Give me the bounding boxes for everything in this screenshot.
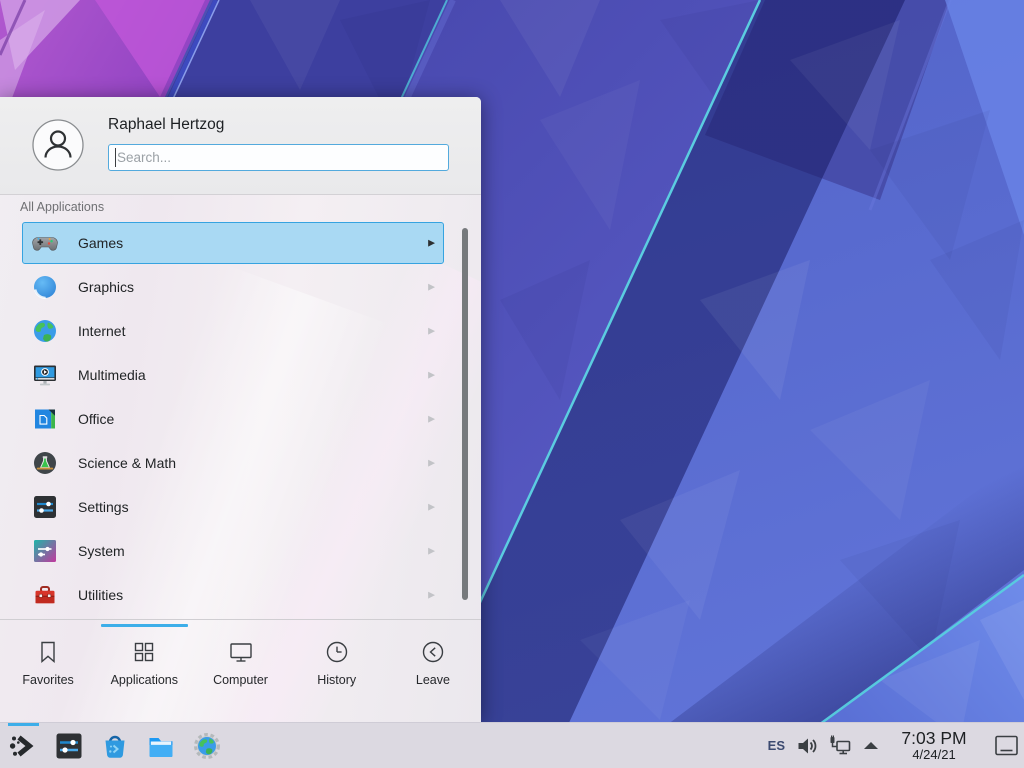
- tab-active-indicator: [390, 624, 477, 627]
- user-avatar[interactable]: [32, 119, 84, 171]
- app-grid-icon: [130, 638, 158, 666]
- text-caret: [115, 148, 116, 167]
- category-item-office[interactable]: Office: [22, 398, 444, 440]
- volume-icon[interactable]: [795, 733, 821, 759]
- category-list: Games Graphics: [0, 218, 481, 624]
- sliders-icon: [32, 494, 58, 520]
- category-label: Utilities: [78, 587, 123, 603]
- tab-active-indicator: [293, 624, 380, 627]
- kde-kickoff-launcher[interactable]: [8, 731, 38, 761]
- history-clock-icon: [323, 638, 351, 666]
- tab-computer[interactable]: Computer: [192, 620, 288, 722]
- flask-icon: [32, 450, 58, 476]
- category-item-settings[interactable]: Settings: [22, 486, 444, 528]
- tab-label: History: [317, 673, 356, 687]
- search-field-wrap: [108, 144, 449, 171]
- bookmark-icon: [34, 638, 62, 666]
- submenu-arrow-icon: [428, 370, 435, 381]
- tab-history[interactable]: History: [289, 620, 385, 722]
- category-label: Settings: [78, 499, 129, 515]
- show-desktop-button[interactable]: [990, 723, 1024, 768]
- submenu-arrow-icon: [428, 238, 435, 249]
- submenu-arrow-icon: [428, 502, 435, 513]
- application-launcher-menu: Raphael Hertzog All Applications: [0, 97, 481, 722]
- digital-clock[interactable]: 7:03 PM 4/24/21: [886, 729, 982, 761]
- gamepad-icon: [32, 230, 58, 256]
- tab-active-indicator: [197, 624, 284, 627]
- category-label: Graphics: [78, 279, 134, 295]
- tab-active-indicator: [5, 624, 92, 627]
- tab-applications[interactable]: Applications: [96, 620, 192, 722]
- web-browser-launcher[interactable]: [192, 731, 222, 761]
- globe-icon: [32, 318, 58, 344]
- keyboard-layout-indicator[interactable]: ES: [761, 738, 792, 753]
- active-launcher-indicator: [8, 723, 39, 726]
- section-label: All Applications: [20, 200, 104, 214]
- submenu-arrow-icon: [428, 282, 435, 293]
- system-settings-launcher[interactable]: [54, 731, 84, 761]
- category-item-multimedia[interactable]: Multimedia: [22, 354, 444, 396]
- tab-label: Computer: [213, 673, 268, 687]
- category-item-science-math[interactable]: Science & Math: [22, 442, 444, 484]
- category-label: Science & Math: [78, 455, 176, 471]
- show-desktop-icon: [993, 732, 1021, 760]
- taskbar-panel: ES 7:03 PM 4/24/21: [0, 722, 1024, 768]
- submenu-arrow-icon: [428, 326, 435, 337]
- category-item-utilities[interactable]: Utilities: [22, 574, 444, 616]
- sphere-icon: [32, 274, 58, 300]
- tab-leave[interactable]: Leave: [385, 620, 481, 722]
- desktop: Raphael Hertzog All Applications: [0, 0, 1024, 768]
- submenu-arrow-icon: [428, 414, 435, 425]
- category-label: Multimedia: [78, 367, 146, 383]
- category-label: Games: [78, 235, 123, 251]
- clock-time: 7:03 PM: [886, 729, 982, 747]
- category-item-system[interactable]: System: [22, 530, 444, 572]
- launcher-tab-bar: Favorites Applications Co: [0, 619, 481, 722]
- tab-label: Leave: [416, 673, 450, 687]
- tab-favorites[interactable]: Favorites: [0, 620, 96, 722]
- network-icon[interactable]: [827, 733, 853, 759]
- category-label: Internet: [78, 323, 125, 339]
- monitor-play-icon: [32, 362, 58, 388]
- category-item-graphics[interactable]: Graphics: [22, 266, 444, 308]
- user-name: Raphael Hertzog: [108, 116, 224, 134]
- tab-active-indicator: [101, 624, 188, 627]
- office-document-icon: [32, 406, 58, 432]
- submenu-arrow-icon: [428, 546, 435, 557]
- expand-tray-caret[interactable]: [864, 742, 878, 749]
- tab-label: Applications: [111, 673, 178, 687]
- discover-store-launcher[interactable]: [100, 731, 130, 761]
- launcher-header: Raphael Hertzog: [0, 97, 481, 195]
- tab-label: Favorites: [22, 673, 73, 687]
- dolphin-file-manager-launcher[interactable]: [146, 731, 176, 761]
- system-tray: ES 7:03 PM 4/24/21: [761, 723, 1024, 768]
- toolbox-icon: [32, 582, 58, 608]
- category-label: Office: [78, 411, 114, 427]
- submenu-arrow-icon: [428, 590, 435, 601]
- category-label: System: [78, 543, 125, 559]
- category-item-internet[interactable]: Internet: [22, 310, 444, 352]
- submenu-arrow-icon: [428, 458, 435, 469]
- system-sliders-icon: [32, 538, 58, 564]
- category-item-games[interactable]: Games: [22, 222, 444, 264]
- computer-icon: [227, 638, 255, 666]
- search-input[interactable]: [108, 144, 449, 171]
- leave-icon: [419, 638, 447, 666]
- scrollbar-thumb[interactable]: [462, 228, 468, 600]
- clock-date: 4/24/21: [886, 748, 982, 762]
